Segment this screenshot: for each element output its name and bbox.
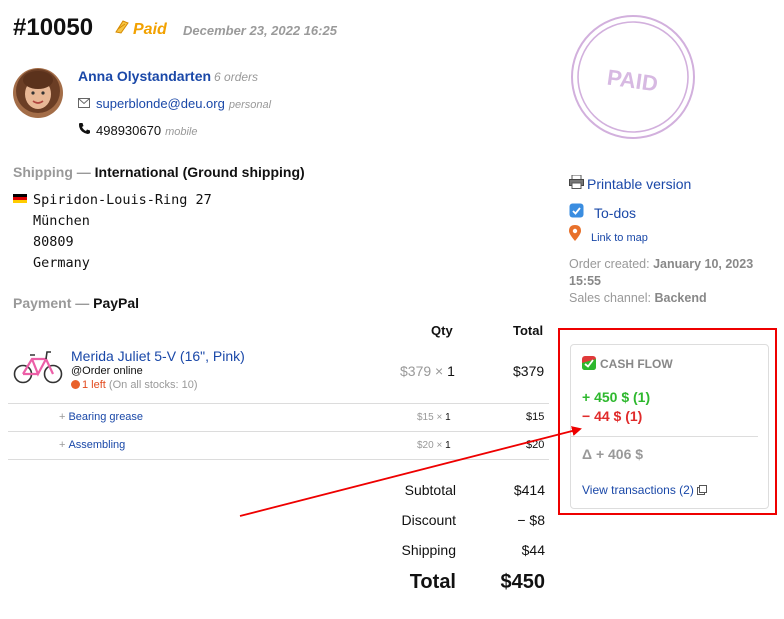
stock-warning-icon bbox=[71, 380, 80, 389]
grand-total-value: $450 bbox=[500, 571, 546, 593]
row-divider bbox=[8, 403, 549, 404]
service-price: $20 bbox=[417, 440, 434, 451]
product-qty: 1 bbox=[447, 363, 455, 379]
cashflow-delta: Δ + 406 $ bbox=[582, 446, 644, 462]
map-link[interactable]: Link to map bbox=[569, 225, 648, 244]
address-zip: 80809 bbox=[33, 234, 74, 250]
paid-icon bbox=[114, 20, 130, 39]
product-price: $379 bbox=[400, 363, 432, 379]
address-country: Germany bbox=[33, 255, 90, 271]
germany-flag-icon bbox=[13, 194, 27, 203]
service-qty: 1 bbox=[445, 440, 451, 451]
cashflow-outgoing: − 44 $ (1) bbox=[582, 408, 643, 424]
total-column-header: Total bbox=[513, 323, 544, 338]
view-transactions-link[interactable]: View transactions (2) bbox=[582, 483, 708, 498]
shipping-method: International (Ground shipping) bbox=[94, 164, 305, 180]
shipping-heading: Shipping — International (Ground shippin… bbox=[13, 164, 305, 180]
qty-column-header: Qty bbox=[431, 323, 453, 338]
service-total: $20 bbox=[526, 439, 545, 451]
todo-icon bbox=[569, 203, 594, 221]
discount-value: − $8 bbox=[517, 512, 545, 528]
service-name[interactable]: Bearing grease bbox=[68, 411, 143, 423]
product-source: @Order online bbox=[71, 365, 143, 377]
external-window-icon bbox=[697, 484, 708, 498]
customer-email[interactable]: superblonde@deu.org bbox=[96, 96, 225, 111]
map-link-label[interactable]: Link to map bbox=[591, 232, 648, 244]
row-divider bbox=[8, 459, 549, 460]
channel-value: Backend bbox=[654, 291, 707, 305]
shipping-cost-value: $44 bbox=[521, 542, 545, 558]
service-assembling[interactable]: + Assembling bbox=[59, 439, 125, 451]
created-label: Order created: bbox=[569, 257, 650, 271]
order-date: December 23, 2022 16:25 bbox=[183, 23, 337, 38]
channel-label: Sales channel: bbox=[569, 291, 652, 305]
status-label: Paid bbox=[133, 21, 167, 38]
service-price-qty: $20 × 1 bbox=[417, 440, 451, 451]
todos-link[interactable]: To-dos bbox=[569, 203, 636, 221]
payment-label: Payment bbox=[13, 295, 72, 311]
order-meta: Order created: January 10, 2023 15:55 Sa… bbox=[569, 256, 779, 307]
cashflow-icon bbox=[582, 356, 596, 373]
printable-version-label[interactable]: Printable version bbox=[587, 176, 691, 192]
customer-name[interactable]: Anna Olystandarten 6 orders bbox=[78, 68, 258, 84]
email-type: personal bbox=[228, 99, 272, 111]
printable-version-link[interactable]: Printable version bbox=[569, 174, 691, 192]
cashflow-title-label: CASH FLOW bbox=[600, 357, 673, 371]
email-icon bbox=[78, 96, 96, 111]
subtotal-label: Subtotal bbox=[404, 482, 456, 498]
status-badge: Paid bbox=[114, 20, 167, 39]
order-number: #10050 bbox=[13, 14, 94, 41]
map-pin-icon bbox=[569, 225, 591, 244]
service-bearing-grease[interactable]: + Bearing grease bbox=[59, 411, 143, 423]
product-price-qty: $379 × 1 bbox=[400, 363, 455, 379]
service-qty: 1 bbox=[445, 412, 451, 423]
shipping-label: Shipping bbox=[13, 164, 73, 180]
discount-label: Discount bbox=[401, 512, 456, 528]
stock-all: (On all stocks: 10) bbox=[108, 379, 198, 391]
address-city: München bbox=[33, 213, 90, 229]
payment-method: PayPal bbox=[93, 295, 140, 311]
customer-name-link[interactable]: Anna Olystandarten bbox=[78, 68, 211, 84]
service-price: $15 bbox=[417, 412, 434, 423]
phone-icon bbox=[78, 122, 96, 138]
row-divider bbox=[8, 431, 549, 432]
view-transactions-label[interactable]: View transactions (2) bbox=[582, 483, 694, 497]
customer-phone: 498930670 bbox=[96, 123, 162, 138]
product-name[interactable]: Merida Juliet 5-V (16", Pink) bbox=[71, 348, 245, 364]
subtotal-value: $414 bbox=[513, 482, 545, 498]
todos-label[interactable]: To-dos bbox=[594, 205, 636, 221]
service-total: $15 bbox=[526, 411, 545, 423]
product-thumbnail[interactable] bbox=[13, 344, 63, 388]
cashflow-divider bbox=[570, 436, 758, 437]
stamp-text: PAID bbox=[606, 65, 660, 97]
shipping-address: Spiridon-Louis-Ring 27 München 80809 Ger… bbox=[13, 190, 212, 274]
printer-icon bbox=[569, 174, 587, 192]
product-stock: 1 left (On all stocks: 10) bbox=[71, 379, 198, 391]
product-total: $379 bbox=[513, 363, 545, 379]
cashflow-incoming: + 450 $ (1) bbox=[582, 389, 651, 405]
payment-heading: Payment — PayPal bbox=[13, 295, 140, 311]
customer-orders-count[interactable]: 6 orders bbox=[214, 70, 258, 84]
paid-stamp: PAID bbox=[570, 14, 696, 140]
address-street: Spiridon-Louis-Ring 27 bbox=[33, 192, 212, 208]
shipping-cost-label: Shipping bbox=[401, 542, 457, 558]
customer-email-row: superblonde@deu.org personal bbox=[78, 96, 271, 111]
service-price-qty: $15 × 1 bbox=[417, 412, 451, 423]
avatar[interactable] bbox=[13, 68, 63, 118]
cashflow-title: CASH FLOW bbox=[582, 356, 673, 373]
phone-type: mobile bbox=[165, 126, 198, 138]
grand-total-label: Total bbox=[409, 571, 456, 593]
stock-left: 1 left bbox=[82, 379, 106, 391]
service-name[interactable]: Assembling bbox=[68, 439, 125, 451]
customer-phone-row: 498930670 mobile bbox=[78, 122, 197, 138]
